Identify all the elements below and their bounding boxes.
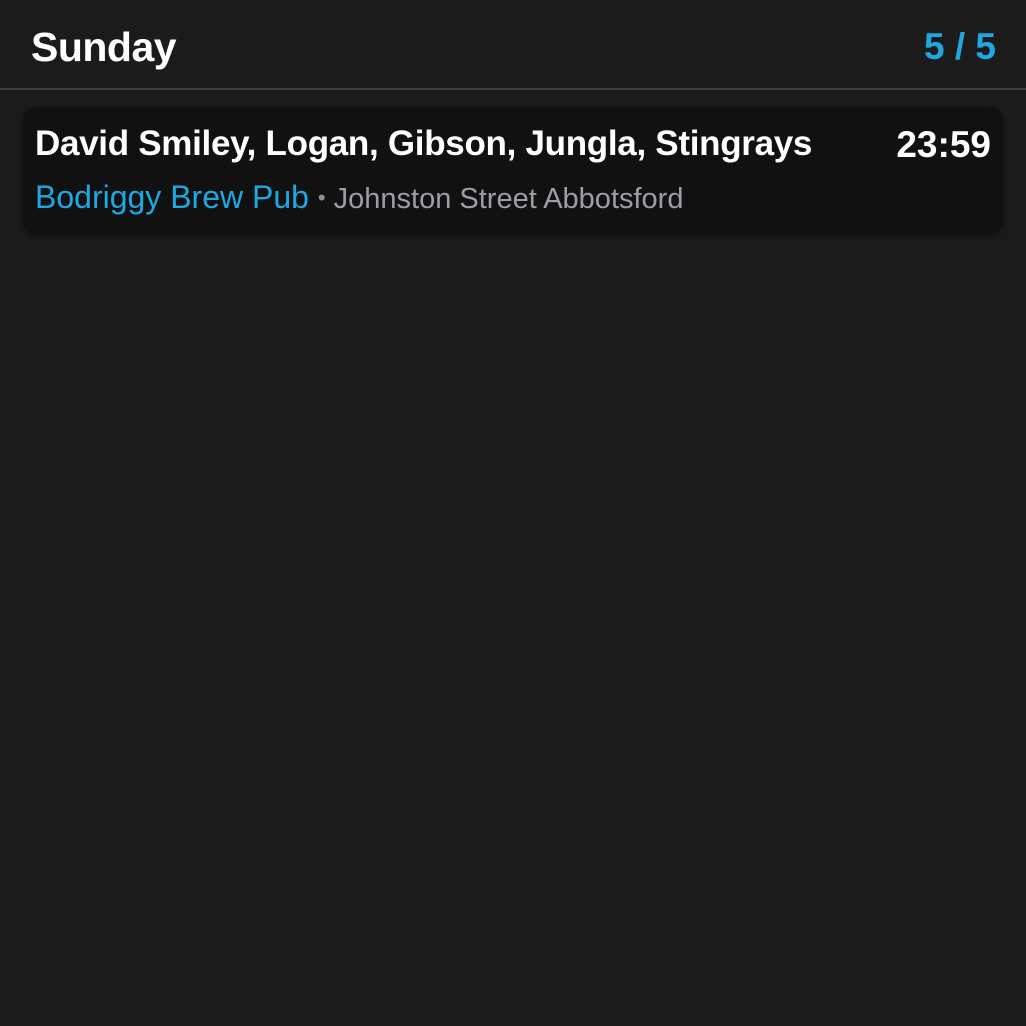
venue-address: Johnston Street Abbotsford bbox=[333, 183, 684, 215]
gig-time: 23:59 bbox=[896, 124, 991, 165]
page-counter: 5 / 5 bbox=[924, 26, 996, 67]
gig-meta: Bodriggy Brew Pub • Johnston Street Abbots… bbox=[35, 177, 683, 224]
gig-acts: David Smiley, Logan, Gibson, Jungla, Sti… bbox=[35, 124, 813, 163]
gig-card[interactable]: David Smiley, Logan, Gibson, Jungla, Sti… bbox=[23, 107, 1003, 233]
day-header: Sunday 5 / 5 bbox=[0, 0, 1026, 90]
venue-link[interactable]: Bodriggy Brew Pub bbox=[35, 179, 309, 215]
day-title: Sunday bbox=[31, 24, 177, 70]
separator-dot: • bbox=[317, 185, 326, 210]
